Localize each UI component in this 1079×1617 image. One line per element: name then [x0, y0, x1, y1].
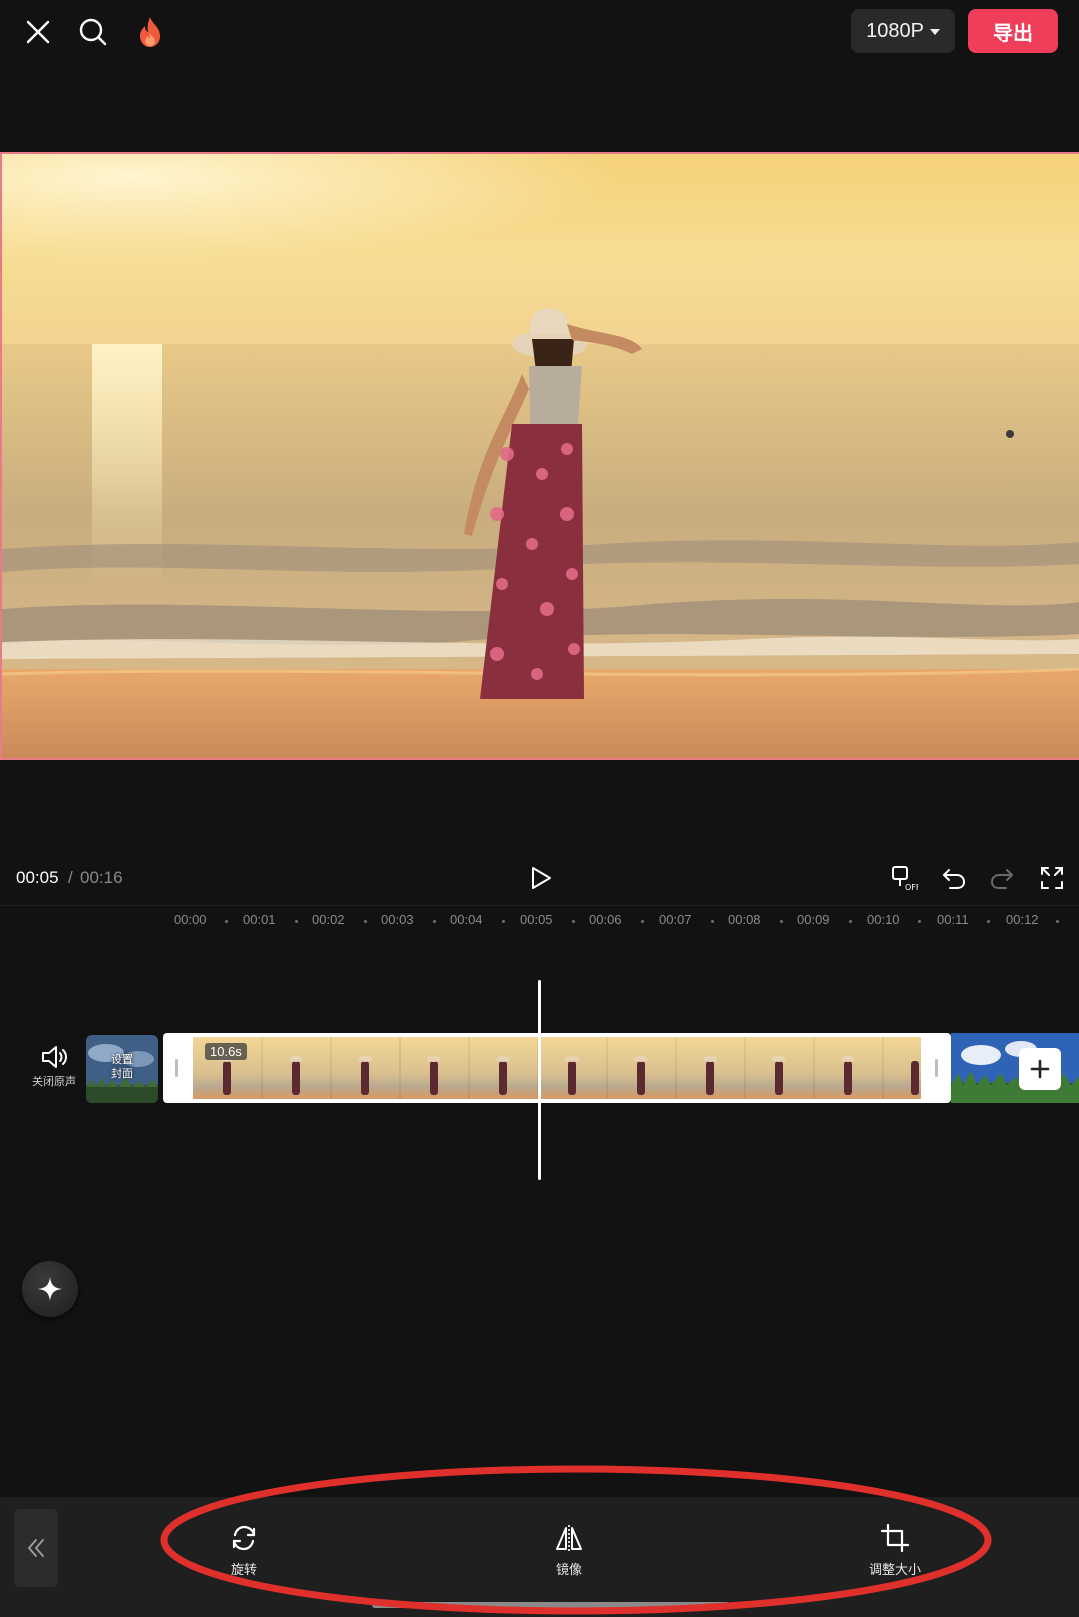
- fullscreen-icon[interactable]: [1036, 862, 1068, 894]
- clip-right-handle[interactable]: [935, 1059, 938, 1077]
- rotate-tool[interactable]: 旋转: [199, 1523, 289, 1583]
- top-bar: 1080P 导出: [0, 0, 1079, 65]
- set-cover-button[interactable]: 设置 封面: [86, 1035, 158, 1103]
- mirror-tool[interactable]: 镜像: [524, 1523, 614, 1583]
- ruler-tick: 00:03: [381, 912, 414, 927]
- mute-label: 关闭原声: [32, 1076, 76, 1088]
- ruler-tick: 00:07: [659, 912, 692, 927]
- ruler-tick: 00:06: [589, 912, 622, 927]
- ruler-tick: 00:05: [520, 912, 553, 927]
- ruler-dot: [364, 920, 367, 923]
- video-clip[interactable]: 10.6s: [163, 1033, 951, 1103]
- rotate-label: 旋转: [230, 1562, 257, 1577]
- ruler-tick: 00:08: [728, 912, 761, 927]
- chevron-down-icon: [929, 29, 940, 35]
- ruler-dot: [780, 920, 783, 923]
- rotate-icon: [232, 1525, 256, 1551]
- clip-frames: [193, 1037, 921, 1099]
- ruler-tick: 00:01: [243, 912, 276, 927]
- sparkle-icon: [38, 1277, 62, 1301]
- add-clip-button[interactable]: [1019, 1048, 1061, 1090]
- ruler-dot: [502, 920, 505, 923]
- svg-text:OFF: OFF: [905, 883, 918, 892]
- timeline-ruler[interactable]: 00:00 00:01 00:02 00:03 00:04 00:05 00:0…: [0, 905, 1079, 935]
- resolution-label: 1080P: [866, 19, 924, 42]
- export-button[interactable]: 导出: [968, 9, 1058, 53]
- flame-icon[interactable]: [130, 12, 170, 52]
- clip-duration-badge: 10.6s: [205, 1043, 247, 1060]
- ruler-dot: [295, 920, 298, 923]
- set-cover-label: 设置 封面: [111, 1054, 133, 1080]
- resize-tool[interactable]: 调整大小: [850, 1523, 940, 1583]
- play-icon[interactable]: [525, 862, 557, 894]
- collapse-back-button[interactable]: [14, 1509, 58, 1587]
- double-chevron-left-icon: [28, 1539, 44, 1557]
- mirror-icon: [556, 1525, 582, 1551]
- resize-label: 调整大小: [868, 1562, 921, 1577]
- ruler-tick: 00:09: [797, 912, 830, 927]
- clip-filmstrip: [193, 1037, 921, 1099]
- ruler-tick: 00:12: [1006, 912, 1039, 927]
- mirror-label: 镜像: [555, 1562, 582, 1577]
- speaker-icon: [42, 1046, 67, 1068]
- video-preview[interactable]: [0, 152, 1079, 760]
- close-icon[interactable]: [18, 12, 58, 52]
- playhead[interactable]: [538, 980, 541, 1180]
- ruler-dot: [225, 920, 228, 923]
- redo-icon[interactable]: [986, 862, 1018, 894]
- home-indicator: [372, 1602, 730, 1608]
- playback-bar: 00:05 / 00:16 OFF: [0, 858, 1079, 898]
- undo-icon[interactable]: [938, 862, 970, 894]
- ruler-dot: [433, 920, 436, 923]
- ai-sparkle-button[interactable]: [22, 1261, 78, 1317]
- ruler-dot: [711, 920, 714, 923]
- total-time: 00:16: [80, 868, 123, 887]
- resolution-dropdown[interactable]: 1080P: [851, 9, 955, 53]
- ruler-dot: [918, 920, 921, 923]
- ruler-dot: [849, 920, 852, 923]
- ruler-dot: [641, 920, 644, 923]
- clip-left-handle[interactable]: [175, 1059, 178, 1077]
- ruler-tick: 00:11: [937, 912, 969, 927]
- crop-icon: [880, 1523, 910, 1553]
- ruler-dot: [987, 920, 990, 923]
- ruler-tick: 00:02: [312, 912, 345, 927]
- mute-original-audio-button[interactable]: 关闭原声: [26, 1044, 82, 1094]
- ruler-tick: 00:04: [450, 912, 483, 927]
- ruler-dot: [572, 920, 575, 923]
- plus-icon: [1030, 1059, 1050, 1079]
- current-time: 00:05: [16, 868, 59, 887]
- ruler-tick: 00:10: [867, 912, 900, 927]
- keyframe-off-icon[interactable]: OFF: [888, 862, 920, 894]
- search-icon[interactable]: [73, 12, 113, 52]
- time-separator: /: [68, 868, 73, 887]
- preview-frame-image: [2, 154, 1079, 758]
- ruler-tick: 00:00: [174, 912, 207, 927]
- ruler-dot: [1056, 920, 1059, 923]
